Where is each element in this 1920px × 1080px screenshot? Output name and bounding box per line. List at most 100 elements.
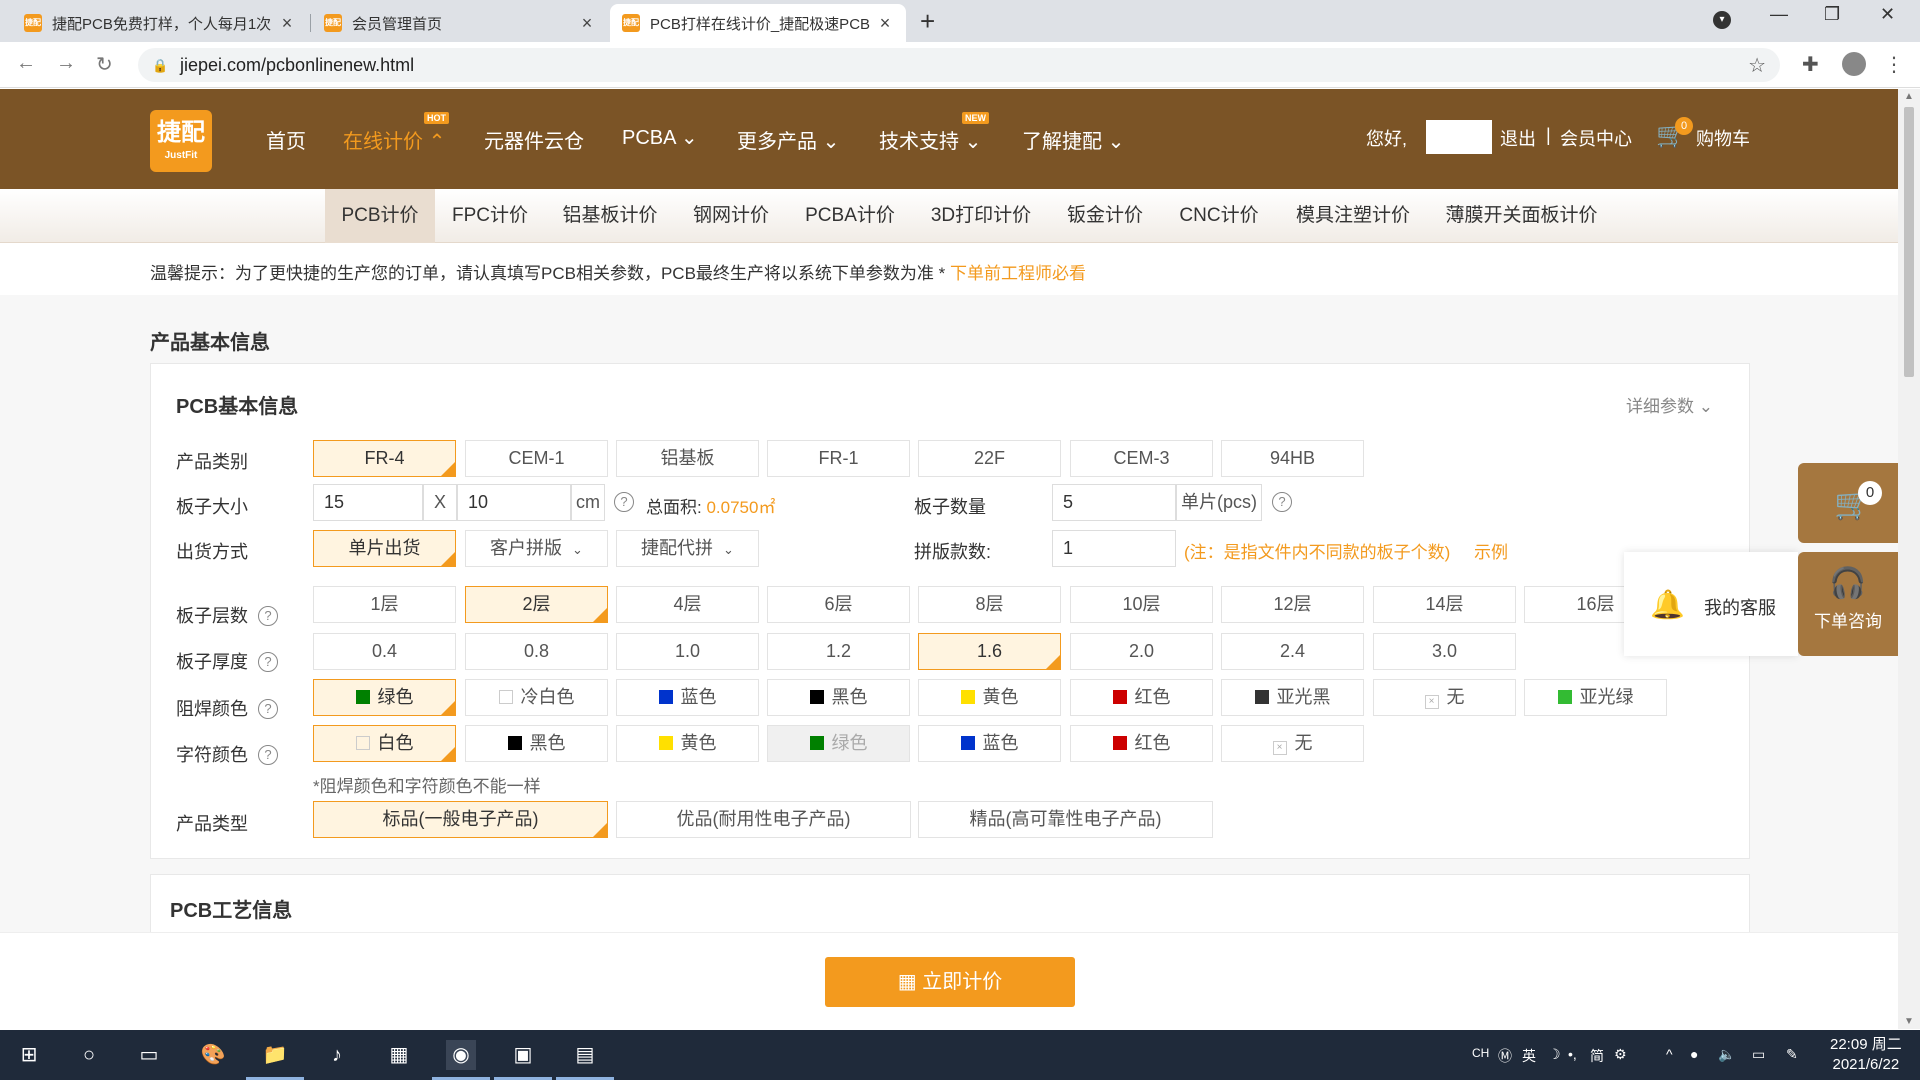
thickness-option-1-0[interactable]: 1.0 bbox=[616, 633, 759, 670]
layer-option-10[interactable]: 10层 bbox=[1070, 586, 1213, 623]
nav-more-products[interactable]: 更多产品 ⌄ bbox=[737, 125, 839, 154]
member-center-link[interactable]: 会员中心 bbox=[1560, 125, 1632, 151]
profile-avatar-icon[interactable] bbox=[1842, 52, 1866, 76]
my-service-popup[interactable]: 🔔 我的客服 bbox=[1624, 552, 1798, 656]
material-option-fr4[interactable]: FR-4 bbox=[313, 440, 456, 477]
tab-stencil-quote[interactable]: 钢网计价 bbox=[693, 189, 769, 243]
help-icon[interactable]: ? bbox=[258, 652, 278, 672]
tab-mold-quote[interactable]: 模具注塑计价 bbox=[1295, 189, 1411, 243]
material-option-22f[interactable]: 22F bbox=[918, 440, 1061, 477]
solder-mask-option-red[interactable]: 红色 bbox=[1070, 679, 1213, 716]
material-option-94hb[interactable]: 94HB bbox=[1221, 440, 1364, 477]
logout-link[interactable]: 退出 bbox=[1500, 125, 1536, 151]
tab-fpc-quote[interactable]: FPC计价 bbox=[452, 189, 528, 243]
shipping-option-jiepei-panel[interactable]: 捷配代拼 ⌄ bbox=[616, 530, 759, 567]
help-icon[interactable]: ? bbox=[258, 745, 278, 765]
solder-mask-option-black[interactable]: 黑色 bbox=[767, 679, 910, 716]
pen-icon[interactable]: ✎ bbox=[1786, 1046, 1798, 1063]
minimize-icon[interactable]: — bbox=[1770, 4, 1788, 25]
layer-option-4[interactable]: 4层 bbox=[616, 586, 759, 623]
app-window-icon[interactable]: ▤ bbox=[556, 1040, 614, 1080]
tray-language[interactable]: CH bbox=[1472, 1046, 1489, 1060]
back-icon[interactable]: ← bbox=[16, 52, 36, 75]
solder-mask-option-yellow[interactable]: 黄色 bbox=[918, 679, 1061, 716]
order-consult-button[interactable]: 🎧 下单咨询 bbox=[1798, 552, 1898, 656]
tab-search-icon[interactable]: ▾ bbox=[1713, 11, 1731, 29]
layer-option-14[interactable]: 14层 bbox=[1373, 586, 1516, 623]
layer-option-2[interactable]: 2层 bbox=[465, 586, 608, 623]
tab-3d-print-quote[interactable]: 3D打印计价 bbox=[930, 189, 1032, 243]
system-clock[interactable]: 22:09 周二 2021/6/22 bbox=[1830, 1035, 1902, 1075]
app-icon[interactable]: ♪ bbox=[322, 1040, 352, 1070]
moon-icon[interactable]: ☽ bbox=[1548, 1046, 1561, 1063]
new-tab-icon[interactable]: + bbox=[920, 6, 935, 37]
browser-tab-1[interactable]: 捷配 捷配PCB免费打样，个人每月1次 × bbox=[12, 4, 308, 42]
browser-tab-2[interactable]: 捷配 会员管理首页 × bbox=[312, 4, 608, 42]
cart-link[interactable]: 购物车 bbox=[1696, 125, 1750, 151]
layer-option-1[interactable]: 1层 bbox=[313, 586, 456, 623]
close-tab-icon[interactable]: × bbox=[278, 13, 296, 34]
nav-online-quote[interactable]: 在线计价 ⌃ bbox=[343, 125, 445, 154]
quantity-input[interactable]: 5 bbox=[1052, 484, 1176, 521]
tab-pcba-quote[interactable]: PCBA计价 bbox=[805, 189, 895, 243]
example-link[interactable]: 示例 bbox=[1474, 538, 1508, 563]
ime-simplified[interactable]: 简 bbox=[1590, 1046, 1604, 1066]
ime-m-icon[interactable]: Ⓜ bbox=[1498, 1046, 1512, 1066]
nav-home[interactable]: 首页 bbox=[266, 125, 306, 154]
material-option-cem3[interactable]: CEM-3 bbox=[1070, 440, 1213, 477]
page-scrollbar[interactable]: ▲ ▼ bbox=[1898, 89, 1920, 1029]
silkscreen-option-white[interactable]: 白色 bbox=[313, 725, 456, 762]
scroll-down-icon[interactable]: ▼ bbox=[1904, 1016, 1914, 1027]
thickness-option-2-4[interactable]: 2.4 bbox=[1221, 633, 1364, 670]
thickness-option-0-8[interactable]: 0.8 bbox=[465, 633, 608, 670]
network-icon[interactable]: ▭ bbox=[1752, 1046, 1765, 1063]
file-explorer-icon[interactable]: 📁 bbox=[246, 1040, 304, 1080]
material-option-cem1[interactable]: CEM-1 bbox=[465, 440, 608, 477]
help-icon[interactable]: ? bbox=[258, 606, 278, 626]
help-icon[interactable]: ? bbox=[614, 492, 634, 513]
quote-now-button[interactable]: ▦ 立即计价 bbox=[825, 957, 1075, 1007]
layer-option-12[interactable]: 12层 bbox=[1221, 586, 1364, 623]
close-tab-icon[interactable]: × bbox=[876, 13, 894, 34]
board-width-input[interactable]: 10 bbox=[457, 484, 571, 521]
windows-start-icon[interactable]: ⊞ bbox=[14, 1040, 44, 1070]
help-icon[interactable]: ? bbox=[258, 699, 278, 719]
thickness-option-0-4[interactable]: 0.4 bbox=[313, 633, 456, 670]
solder-mask-option-matte-green[interactable]: 亚光绿 bbox=[1524, 679, 1667, 716]
solder-mask-option-matte-black[interactable]: 亚光黑 bbox=[1221, 679, 1364, 716]
help-icon[interactable]: ? bbox=[1272, 492, 1292, 513]
scrollbar-thumb[interactable] bbox=[1904, 107, 1914, 377]
jiepei-logo[interactable]: 捷配 JustFit bbox=[150, 110, 212, 172]
shipping-option-single[interactable]: 单片出货 bbox=[313, 530, 456, 567]
nav-component-warehouse[interactable]: 元器件云仓 bbox=[484, 125, 584, 154]
tab-sheet-metal-quote[interactable]: 钣金计价 bbox=[1067, 189, 1143, 243]
tray-expand-icon[interactable]: ^ bbox=[1666, 1046, 1673, 1062]
solder-mask-option-blue[interactable]: 蓝色 bbox=[616, 679, 759, 716]
solder-mask-option-cool-white[interactable]: 冷白色 bbox=[465, 679, 608, 716]
username-box[interactable] bbox=[1426, 120, 1492, 154]
search-circle-icon[interactable]: ○ bbox=[74, 1040, 104, 1070]
engineer-guide-link[interactable]: 下单前工程师必看 bbox=[950, 264, 1086, 283]
extensions-puzzle-icon[interactable]: ✚ bbox=[1802, 52, 1819, 77]
browser-tab-3[interactable]: 捷配 PCB打样在线计价_捷配极速PCB × bbox=[610, 4, 906, 42]
thickness-option-2-0[interactable]: 2.0 bbox=[1070, 633, 1213, 670]
chrome-icon[interactable]: ◉ bbox=[432, 1040, 490, 1080]
solder-mask-option-green[interactable]: 绿色 bbox=[313, 679, 456, 716]
forward-icon[interactable]: → bbox=[56, 52, 76, 75]
product-type-option-premium[interactable]: 优品(耐用性电子产品) bbox=[616, 801, 911, 838]
thickness-option-3-0[interactable]: 3.0 bbox=[1373, 633, 1516, 670]
tab-membrane-switch-quote[interactable]: 薄膜开关面板计价 bbox=[1444, 189, 1599, 243]
task-view-icon[interactable]: ▭ bbox=[134, 1040, 164, 1070]
ime-english[interactable]: 英 bbox=[1522, 1046, 1536, 1066]
maxthon-icon[interactable]: ▣ bbox=[494, 1040, 552, 1080]
product-type-option-standard[interactable]: 标品(一般电子产品) bbox=[313, 801, 608, 838]
solder-mask-option-none[interactable]: × 无 bbox=[1373, 679, 1516, 716]
material-option-aluminum[interactable]: 铝基板 bbox=[616, 440, 759, 477]
volume-icon[interactable]: 🔈 bbox=[1718, 1046, 1735, 1063]
material-option-fr1[interactable]: FR-1 bbox=[767, 440, 910, 477]
calculator-app-icon[interactable]: ▦ bbox=[384, 1040, 414, 1070]
more-menu-icon[interactable]: ⋮ bbox=[1884, 52, 1904, 77]
silkscreen-option-red[interactable]: 红色 bbox=[1070, 725, 1213, 762]
nav-tech-support[interactable]: 技术支持 ⌄ bbox=[879, 125, 981, 154]
thickness-option-1-2[interactable]: 1.2 bbox=[767, 633, 910, 670]
